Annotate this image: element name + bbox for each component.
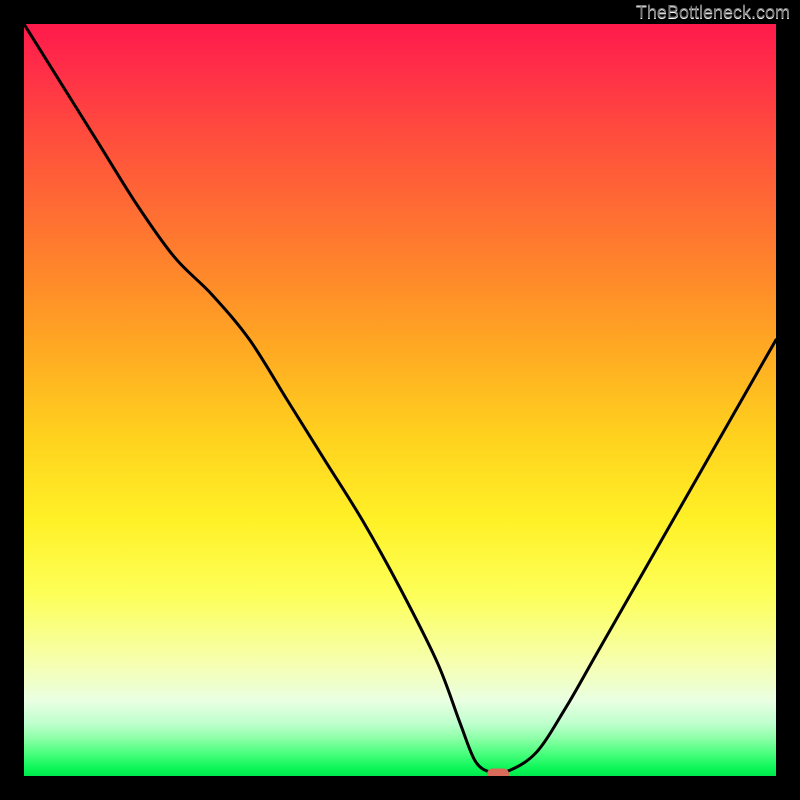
bottleneck-curve bbox=[24, 24, 776, 774]
chart-frame: TheBottleneck.com bbox=[0, 0, 800, 800]
curve-layer bbox=[24, 24, 776, 776]
plot-area bbox=[24, 24, 776, 776]
credit-watermark: TheBottleneck.com bbox=[636, 2, 790, 23]
optimum-marker bbox=[487, 768, 509, 776]
